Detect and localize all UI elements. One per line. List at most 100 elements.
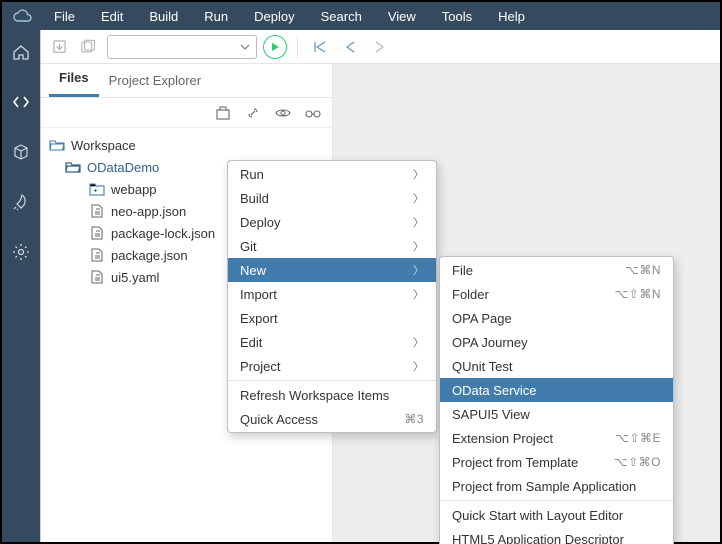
submenu-new-item[interactable]: OPA Page	[440, 306, 673, 330]
context-menu-item[interactable]: Project〉	[228, 354, 436, 378]
tree-item-label: neo-app.json	[111, 204, 186, 219]
folder-add-icon	[89, 183, 105, 196]
tree-root-label: Workspace	[71, 138, 136, 153]
submenu-new-item-label: OPA Page	[452, 311, 512, 326]
submenu-arrow-icon: 〉	[413, 286, 424, 302]
menu-deploy[interactable]: Deploy	[242, 5, 306, 28]
menu-edit[interactable]: Edit	[89, 5, 135, 28]
submenu-new-item-label: HTML5 Application Descriptor	[452, 532, 624, 544]
context-menu-item[interactable]: Import 〉	[228, 282, 436, 306]
tree-item-label: webapp	[111, 182, 157, 197]
menu-tools[interactable]: Tools	[430, 5, 484, 28]
context-menu-item[interactable]: Quick Access ⌘3	[228, 407, 436, 431]
tree-item-label: ui5.yaml	[111, 270, 159, 285]
menu-help[interactable]: Help	[486, 5, 537, 28]
submenu-new-item-label: Quick Start with Layout Editor	[452, 508, 623, 523]
file-icon	[89, 204, 105, 218]
submenu-new-separator	[440, 500, 673, 501]
context-menu-item[interactable]: Refresh Workspace Items	[228, 383, 436, 407]
save-icon[interactable]	[47, 35, 71, 59]
submenu-new-item-label: Extension Project	[452, 431, 553, 446]
context-menu-item-label: Run	[240, 167, 264, 182]
submenu-new-item[interactable]: Project from Sample Application	[440, 474, 673, 498]
context-menu-item-label: Import	[240, 287, 277, 302]
file-icon	[89, 270, 105, 284]
nav-forward-icon[interactable]	[368, 35, 392, 59]
submenu-new-item-label: Folder	[452, 287, 489, 302]
folder-open-icon	[49, 139, 65, 151]
submenu-new-item[interactable]: Quick Start with Layout Editor	[440, 503, 673, 527]
toolbar-divider	[297, 37, 298, 57]
shortcut-label: ⌥⇧⌘O	[614, 455, 661, 469]
submenu-new-item[interactable]: Extension Project⌥⇧⌘E	[440, 426, 673, 450]
rail-package-icon[interactable]	[5, 136, 37, 168]
nav-back-start-icon[interactable]	[308, 35, 332, 59]
context-menu-item[interactable]: New〉	[228, 258, 436, 282]
eye-icon[interactable]	[274, 104, 292, 122]
folder-open-icon	[65, 161, 81, 173]
submenu-new-item[interactable]: OData Service	[440, 378, 673, 402]
menu-build[interactable]: Build	[137, 5, 190, 28]
save-all-icon[interactable]	[77, 35, 101, 59]
submenu-new-item[interactable]: File⌥⌘N	[440, 258, 673, 282]
run-button[interactable]	[263, 35, 287, 59]
submenu-arrow-icon: 〉	[413, 334, 424, 350]
collapse-icon[interactable]	[214, 104, 232, 122]
tab-files[interactable]: Files	[49, 62, 99, 97]
context-menu-item[interactable]: Build〉	[228, 186, 436, 210]
submenu-arrow-icon: 〉	[413, 358, 424, 374]
submenu-new-item[interactable]: OPA Journey	[440, 330, 673, 354]
submenu-new-item-label: Project from Template	[452, 455, 578, 470]
context-menu-item-label: Edit	[240, 335, 262, 350]
shortcut-label: ⌥⇧⌘N	[614, 287, 661, 301]
submenu-arrow-icon: 〉	[413, 238, 424, 254]
tab-project-explorer[interactable]: Project Explorer	[99, 65, 211, 97]
context-menu-item[interactable]: Git 〉	[228, 234, 436, 258]
tree-project-label: ODataDemo	[87, 160, 159, 175]
submenu-new-item-label: SAPUI5 View	[452, 407, 530, 422]
context-menu-separator	[228, 380, 436, 381]
menu-search[interactable]: Search	[309, 5, 374, 28]
submenu-new-item-label: QUnit Test	[452, 359, 512, 374]
tree-item-label: package.json	[111, 248, 188, 263]
rail-rocket-icon[interactable]	[5, 186, 37, 218]
submenu-new-item[interactable]: SAPUI5 View	[440, 402, 673, 426]
rail-settings-icon[interactable]	[5, 236, 37, 268]
context-menu-item[interactable]: Edit 〉	[228, 330, 436, 354]
submenu-new-item[interactable]: HTML5 Application Descriptor	[440, 527, 673, 544]
context-menu-item-label: New	[240, 263, 266, 278]
context-menu-item-label: Refresh Workspace Items	[240, 388, 389, 403]
tree-root[interactable]: Workspace	[45, 134, 328, 156]
file-icon	[89, 248, 105, 262]
submenu-new-item[interactable]: QUnit Test	[440, 354, 673, 378]
rail-code-icon[interactable]	[5, 86, 37, 118]
run-config-dropdown[interactable]	[107, 35, 257, 59]
context-menu-item[interactable]: Run 〉	[228, 162, 436, 186]
menu-run[interactable]: Run	[192, 5, 240, 28]
context-menu-item-label: Build	[240, 191, 269, 206]
context-menu-item-label: Git	[240, 239, 257, 254]
submenu-new-item-label: Project from Sample Application	[452, 479, 636, 494]
submenu-new-item-label: File	[452, 263, 473, 278]
nav-back-icon[interactable]	[338, 35, 362, 59]
tree-item-label: package-lock.json	[111, 226, 215, 241]
left-rail	[2, 30, 40, 542]
menu-file[interactable]: File	[42, 5, 87, 28]
shortcut-label: ⌘3	[404, 412, 424, 426]
toolbar	[41, 30, 720, 64]
context-menu-item[interactable]: Export	[228, 306, 436, 330]
glasses-icon[interactable]	[304, 104, 322, 122]
submenu-new-item-label: OPA Journey	[452, 335, 528, 350]
submenu-new-item[interactable]: Folder ⌥⇧⌘N	[440, 282, 673, 306]
rail-home-icon[interactable]	[5, 36, 37, 68]
context-submenu-new: File⌥⌘N Folder ⌥⇧⌘N OPA Page OPA Journey QUni…	[439, 256, 674, 544]
submenu-arrow-icon: 〉	[413, 166, 424, 182]
sidebar-tabs: Files Project Explorer	[41, 64, 332, 98]
context-menu-item-label: Export	[240, 311, 278, 326]
context-menu-item[interactable]: Deploy〉	[228, 210, 436, 234]
submenu-new-item[interactable]: Project from Template ⌥⇧⌘O	[440, 450, 673, 474]
menu-view[interactable]: View	[376, 5, 428, 28]
menubar: File Edit Build Run Deploy Search View T…	[2, 2, 720, 30]
link-icon[interactable]	[244, 104, 262, 122]
context-menu-item-label: Quick Access	[240, 412, 318, 427]
